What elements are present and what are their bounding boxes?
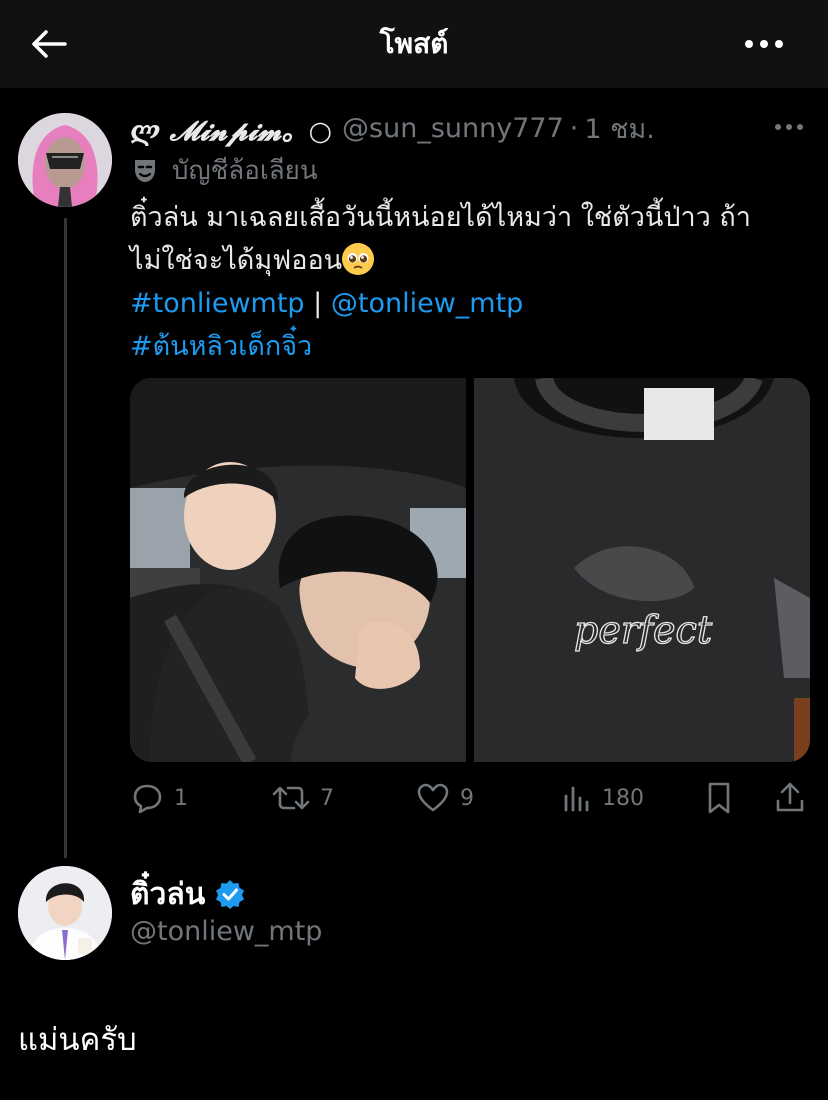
mention-link[interactable]: @tonliew_mtp <box>331 288 523 319</box>
post-links-line: #ต้นหลิวเด็กจิ๋ว <box>130 325 810 368</box>
share-button[interactable] <box>774 778 816 818</box>
pleading-face-emoji <box>342 243 375 275</box>
repost-button[interactable]: 7 <box>272 778 334 818</box>
reply-author-row: ติ๋วล่น <box>130 872 245 916</box>
post-actions: 1 7 9 180 <box>130 778 810 818</box>
like-button[interactable]: 9 <box>416 778 474 818</box>
parody-account-label: บัญชีล้อเลียน <box>130 152 318 188</box>
avatar-image <box>18 113 112 207</box>
post-text-segment: ไม่ใช่จะได้มุฟออน <box>130 245 343 276</box>
author-handle[interactable]: @sun_sunny777 <box>342 113 564 144</box>
bookmark-icon <box>708 782 730 814</box>
post-author-row: ლ 𝓜𝓲𝓷𝓹𝓲𝓶。○ @sun_sunny777 · 1 ชม. <box>130 108 655 148</box>
verified-badge-icon <box>216 880 245 909</box>
author-name[interactable]: ლ 𝓜𝓲𝓷𝓹𝓲𝓶。○ <box>130 109 332 148</box>
reply-count: 1 <box>174 785 188 811</box>
like-count: 9 <box>460 785 474 811</box>
more-horizontal-icon <box>775 124 803 130</box>
shirt-photo-image: perfect <box>474 378 810 762</box>
reply-author-name[interactable]: ติ๋วล่น <box>130 871 205 918</box>
arrow-left-icon <box>32 30 67 58</box>
more-horizontal-icon <box>745 40 783 48</box>
views-button[interactable]: 180 <box>562 778 644 818</box>
back-button[interactable] <box>30 26 68 62</box>
share-icon <box>776 782 804 812</box>
bookmark-button[interactable] <box>704 778 744 818</box>
post-text-line: ไม่ใช่จะได้มุฟออน <box>130 239 810 282</box>
reply-button[interactable]: 1 <box>130 778 188 818</box>
reply-author-handle[interactable]: @tonliew_mtp <box>130 916 322 947</box>
analytics-icon <box>564 786 589 812</box>
post-text-line: ติ๋วล่น มาเฉลยเสื้อวันนี้หน่อยได้ไหมว่า … <box>130 202 751 233</box>
post-time[interactable]: 1 ชม. <box>584 107 654 150</box>
more-options-button[interactable] <box>738 30 790 58</box>
separator-dot: · <box>569 112 579 144</box>
page-title: โพสต์ <box>379 27 449 60</box>
repost-count: 7 <box>320 785 334 811</box>
car-photo-image <box>130 378 466 762</box>
avatar-image <box>18 866 112 960</box>
top-bar: โพสต์ <box>0 0 828 88</box>
thread-connector-line <box>64 218 67 858</box>
parody-text: บัญชีล้อเลียน <box>172 155 318 186</box>
repost-icon <box>272 786 310 810</box>
hashtag-link[interactable]: #ต้นหลิวเด็กจิ๋ว <box>130 331 312 362</box>
hashtag-link[interactable]: #tonliewmtp <box>130 288 305 319</box>
post-links-line: #tonliewmtp | @tonliew_mtp <box>130 282 810 325</box>
post-more-button[interactable] <box>772 118 806 136</box>
post-text: ติ๋วล่น มาเฉลยเสื้อวันนี้หน่อยได้ไหมว่า … <box>130 196 810 368</box>
media-photo-shirt[interactable]: perfect <box>474 378 810 762</box>
views-count: 180 <box>602 785 644 811</box>
heart-icon <box>417 783 449 812</box>
avatar[interactable] <box>18 866 112 960</box>
avatar[interactable] <box>18 113 112 207</box>
media-photo-car[interactable] <box>130 378 466 762</box>
pleading-face-icon <box>343 244 374 274</box>
reply-text: แม่นครับ <box>18 1022 137 1058</box>
post-media: perfect <box>130 378 810 762</box>
theater-mask-icon <box>135 160 155 182</box>
divider-text: | <box>313 288 323 319</box>
reply-icon <box>133 784 162 814</box>
svg-text:perfect: perfect <box>574 608 713 652</box>
